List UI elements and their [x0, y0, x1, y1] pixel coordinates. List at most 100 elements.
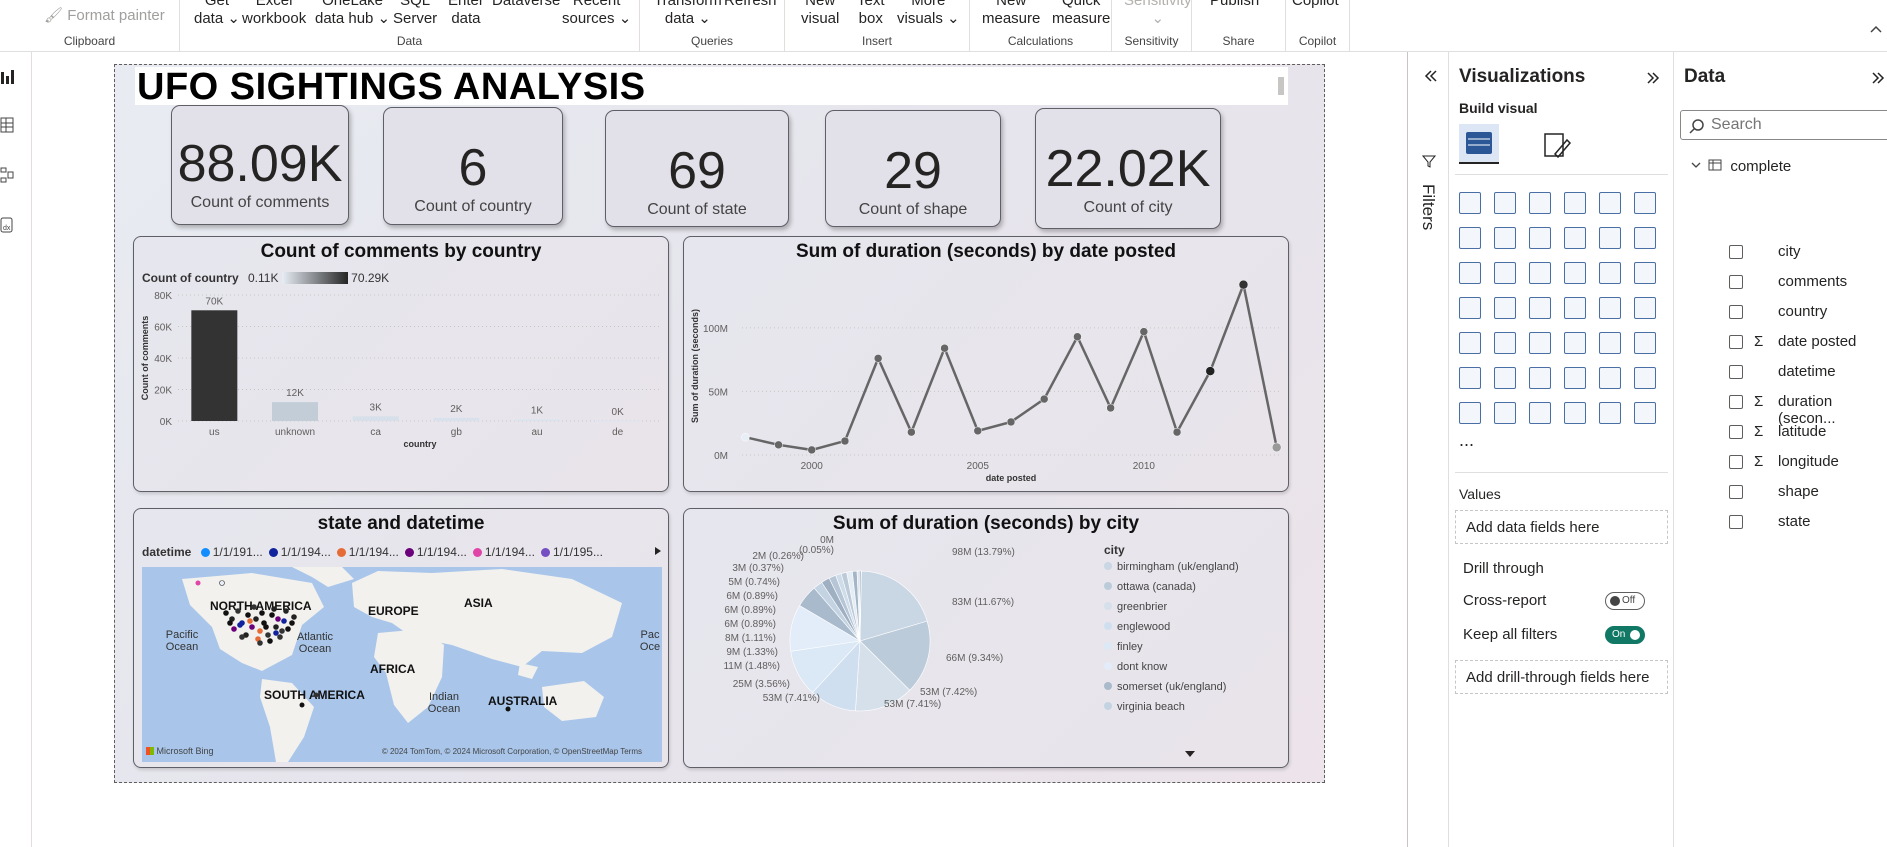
map-bubble[interactable]: [505, 706, 511, 712]
table-complete[interactable]: complete: [1690, 158, 1791, 175]
map-bubble[interactable]: [219, 580, 225, 586]
arcgis-icon[interactable]: [1564, 402, 1586, 424]
funnel-icon[interactable]: [1529, 262, 1551, 284]
qa-icon[interactable]: [1564, 367, 1586, 389]
line-point-2002[interactable]: [873, 354, 883, 363]
field-shape[interactable]: shape: [1674, 480, 1887, 506]
clustered-bar-icon[interactable]: [1529, 192, 1551, 214]
legend-scroll-down-icon[interactable]: [1184, 749, 1196, 759]
dataverse-button[interactable]: Dataverse: [492, 0, 560, 10]
map-bubbles[interactable]: [142, 567, 662, 762]
table-icon[interactable]: [1564, 332, 1586, 354]
build-visual-tab[interactable]: [1459, 124, 1499, 164]
line-point-2012[interactable]: [1205, 366, 1216, 376]
map-bubble[interactable]: [279, 628, 285, 634]
line-point-2005[interactable]: [973, 426, 983, 436]
line-point-2008[interactable]: [1073, 332, 1082, 342]
map-copyright[interactable]: © 2024 TomTom, © 2024 Microsoft Corporat…: [382, 747, 642, 756]
expand-filters-chevron-icon[interactable]: [1422, 68, 1438, 84]
shape-icon[interactable]: [1634, 402, 1656, 424]
card-icon[interactable]: [1634, 297, 1656, 319]
power-automate-icon[interactable]: [1529, 402, 1551, 424]
pie-icon[interactable]: [1599, 262, 1621, 284]
metrics-icon[interactable]: [1634, 367, 1656, 389]
r-visual-icon[interactable]: [1634, 332, 1656, 354]
map-bubble[interactable]: [247, 618, 253, 624]
legend-item-label[interactable]: 1/1/195...: [553, 545, 603, 559]
stacked-column-icon[interactable]: [1494, 192, 1516, 214]
field-state[interactable]: state: [1674, 510, 1887, 536]
collapse-visualizations-icon[interactable]: [1645, 70, 1661, 86]
kpi-card-shape[interactable]: 29 Count of shape: [825, 110, 1001, 227]
map-bubble[interactable]: [265, 632, 271, 638]
kpi-card-country[interactable]: 6 Count of country: [383, 107, 563, 225]
format-visual-icon[interactable]: [1541, 130, 1573, 162]
map-bubble[interactable]: [277, 634, 283, 640]
kpi-card-city[interactable]: 22.02K Count of city: [1035, 108, 1221, 229]
area-icon[interactable]: [1494, 227, 1516, 249]
line-point-2013[interactable]: [1238, 279, 1249, 290]
100-area-icon[interactable]: [1564, 227, 1586, 249]
map-bubble[interactable]: [289, 620, 295, 626]
bar-us[interactable]: [191, 310, 238, 421]
python-visual-icon[interactable]: [1459, 367, 1481, 389]
field-country[interactable]: country: [1674, 300, 1887, 326]
multi-card-icon[interactable]: [1459, 332, 1481, 354]
map-bubble[interactable]: [273, 624, 279, 630]
kpi-icon[interactable]: [1494, 332, 1516, 354]
field-checkbox[interactable]: [1729, 515, 1743, 529]
refresh-button[interactable]: Refresh: [724, 0, 777, 10]
pie-legend-item[interactable]: englewood: [1104, 621, 1284, 641]
map-bubble[interactable]: [259, 610, 265, 616]
pie-chart-visual[interactable]: Sum of duration (seconds) by city 98M (1…: [683, 508, 1289, 768]
enter-data-button[interactable]: Enter data: [448, 0, 484, 28]
map-bubble[interactable]: [237, 622, 243, 628]
map-icon[interactable]: [1494, 297, 1516, 319]
pie-legend-item[interactable]: ottawa (canada): [1104, 581, 1284, 601]
collapse-data-icon[interactable]: [1870, 70, 1886, 86]
map-bubble[interactable]: [223, 610, 229, 616]
field-checkbox[interactable]: [1729, 275, 1743, 289]
map-canvas[interactable]: NORTH AMERICA EUROPE ASIA AFRICA SOUTH A…: [142, 567, 662, 762]
map-bubble[interactable]: [251, 604, 257, 610]
transform-data-button[interactable]: Transform data ⌄: [654, 0, 722, 28]
line-point-2000[interactable]: [807, 445, 816, 455]
bar-ca[interactable]: [352, 416, 399, 421]
power-apps-icon[interactable]: [1494, 402, 1516, 424]
line-point-2001[interactable]: [840, 436, 850, 446]
map-bubble[interactable]: [245, 612, 251, 618]
field-date-posted[interactable]: Σdate posted: [1674, 330, 1887, 356]
line-point-1999[interactable]: [774, 440, 783, 450]
map-bubble[interactable]: [253, 616, 259, 622]
field-longitude[interactable]: Σlongitude: [1674, 450, 1887, 476]
title-textbox[interactable]: UFO SIGHTINGS ANALYSIS: [135, 67, 1288, 107]
field-city[interactable]: city: [1674, 240, 1887, 266]
line-point-2007[interactable]: [1039, 394, 1049, 404]
waterfall-icon[interactable]: [1494, 262, 1516, 284]
map-bubble[interactable]: [283, 608, 289, 614]
map-bubble[interactable]: [195, 580, 201, 586]
field-checkbox[interactable]: [1729, 425, 1743, 439]
pie-legend-item[interactable]: dont know: [1104, 661, 1284, 681]
field-checkbox[interactable]: [1729, 455, 1743, 469]
bar-au[interactable]: [514, 419, 560, 421]
line-point-2004[interactable]: [940, 343, 949, 353]
paginated-icon[interactable]: [1459, 402, 1481, 424]
field-checkbox[interactable]: [1729, 335, 1743, 349]
map-bubble[interactable]: [273, 630, 279, 636]
line-column-icon[interactable]: [1599, 227, 1621, 249]
filters-pane[interactable]: Filters: [1407, 52, 1449, 847]
search-box[interactable]: [1680, 110, 1887, 140]
100-column-icon[interactable]: [1634, 192, 1656, 214]
keep-all-filters-toggle[interactable]: On: [1605, 626, 1645, 644]
pie-legend-item[interactable]: somerset (uk/england): [1104, 681, 1284, 701]
matrix-icon[interactable]: [1599, 332, 1621, 354]
drill-through-field-well[interactable]: Add drill-through fields here: [1455, 660, 1668, 694]
legend-item-label[interactable]: 1/1/194...: [485, 545, 535, 559]
map-bubble[interactable]: [227, 620, 233, 626]
search-input[interactable]: [1711, 115, 1881, 135]
chevron-down-icon[interactable]: [1690, 159, 1702, 171]
field-checkbox[interactable]: [1729, 305, 1743, 319]
map-bubble[interactable]: [257, 628, 263, 634]
line-point-1998[interactable]: [741, 432, 750, 442]
